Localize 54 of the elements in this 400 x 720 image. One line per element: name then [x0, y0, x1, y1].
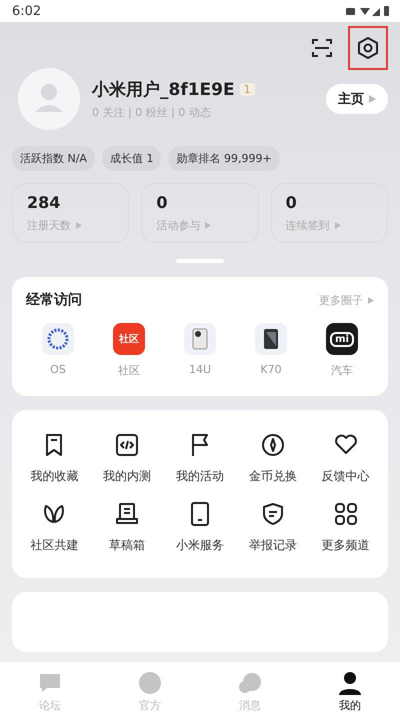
triangle-icon	[369, 95, 376, 103]
shortcut-label: OS	[50, 363, 66, 376]
stat-card[interactable]: 0 连续签到	[270, 183, 388, 243]
stat-chip: 成长值 1	[102, 146, 162, 171]
scan-icon	[310, 36, 334, 60]
shortcut-label: 社区	[118, 363, 140, 378]
triangle-icon	[368, 296, 374, 304]
circle-icon	[137, 670, 163, 696]
community-icon[interactable]: 社区	[113, 323, 145, 355]
car-brand-icon[interactable]: mi	[326, 323, 358, 355]
stat-card[interactable]: 0 活动参与	[141, 183, 259, 243]
stat-chip: 勋章排名 99,999+	[168, 146, 280, 171]
service-label: 反馈中心	[322, 468, 370, 485]
ring-icon[interactable]	[42, 323, 74, 355]
user-name: 小米用户_8f1E9E	[92, 79, 235, 101]
shortcut-label: 14U	[188, 363, 212, 376]
draft-icon[interactable]	[114, 501, 140, 527]
code-icon[interactable]	[114, 432, 140, 458]
service-label: 社区共建	[30, 537, 78, 554]
service-label: 金币兑换	[248, 468, 297, 485]
service-label: 举报记录	[248, 537, 297, 554]
phone-icon[interactable]	[255, 323, 287, 355]
level-badge: 1	[240, 83, 255, 96]
service-label: 小米服务	[176, 537, 224, 554]
home-button[interactable]: 主页	[326, 84, 388, 114]
stat-value: 0	[156, 193, 168, 212]
stat-label: 活动参与	[156, 218, 200, 233]
stat-chip: 活跃指数 N/A	[12, 146, 95, 171]
service-label: 我的内测	[103, 468, 152, 485]
stat-value: 284	[27, 193, 62, 212]
stat-label: 连续签到	[286, 218, 330, 233]
follow-stats: 0 关注 | 0 粉丝 | 0 动态	[92, 105, 212, 120]
status-time: 6:02	[12, 4, 42, 18]
stat-label: 注册天数	[27, 218, 71, 233]
status-icons	[346, 5, 392, 17]
coin-icon[interactable]	[260, 432, 286, 458]
service-label: 草稿箱	[109, 537, 146, 554]
triangle-icon	[205, 222, 212, 229]
triangle-icon	[334, 222, 341, 229]
stat-value: 0	[286, 193, 298, 212]
service-label: 我的活动	[176, 468, 224, 485]
nav-tab[interactable]: 我的	[315, 668, 385, 714]
triangle-icon	[76, 222, 82, 229]
section-title: 经常访问	[26, 291, 82, 309]
shortcut-label: 汽车	[331, 363, 353, 378]
stat-card[interactable]: 284 注册天数	[12, 183, 130, 243]
settings-button[interactable]	[348, 26, 388, 70]
service-label: 我的收藏	[30, 468, 78, 485]
shortcut-label: K70	[260, 363, 282, 376]
phone-icon[interactable]	[184, 323, 216, 355]
settings-icon	[356, 36, 380, 60]
person-icon	[337, 670, 363, 696]
grid-icon[interactable]	[332, 501, 359, 527]
service-label: 更多频道	[322, 537, 370, 554]
